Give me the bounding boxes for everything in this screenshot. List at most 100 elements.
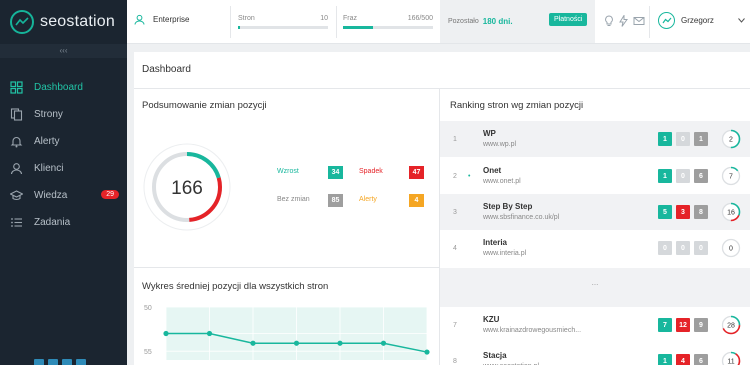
- site-name[interactable]: KZU: [483, 315, 499, 324]
- increase-badge: 1: [658, 169, 672, 183]
- sidebar-item-label: Wiedza: [34, 190, 68, 201]
- unchanged-badge: 6: [694, 354, 708, 365]
- total-ring: 0: [721, 238, 741, 258]
- rank-number: 7: [453, 321, 457, 329]
- user-icon: [10, 162, 23, 175]
- rank-number: 3: [453, 208, 457, 216]
- facebook-icon[interactable]: [34, 359, 44, 365]
- increase-badge: 5: [658, 205, 672, 219]
- lightning-icon[interactable]: [619, 15, 628, 27]
- total-ring: 16: [721, 202, 741, 222]
- increase-badge: 7: [658, 318, 672, 332]
- divider: [134, 88, 750, 89]
- sidebar-item-label: Strony: [34, 109, 63, 120]
- mail-icon[interactable]: [633, 15, 645, 27]
- chart-title: Wykres średniej pozycji dla wszystkich s…: [142, 281, 329, 292]
- lightbulb-icon[interactable]: [604, 15, 614, 27]
- divider: [230, 6, 231, 38]
- site-url[interactable]: www.krainazdrowegousmiech...: [483, 327, 581, 334]
- ranking-ellipsis: ...: [440, 268, 750, 307]
- meter-fill: [238, 26, 240, 29]
- rank-badges: 000: [658, 241, 708, 255]
- stat-label: Bez zmian: [277, 196, 310, 203]
- sidebar-item-zadania[interactable]: Zadania: [0, 209, 127, 236]
- data-point[interactable]: [424, 349, 430, 355]
- site-url[interactable]: www.onet.pl: [483, 178, 521, 185]
- payments-button[interactable]: Płatności: [549, 13, 588, 26]
- stat-value: 34: [328, 166, 343, 179]
- increase-badge: 1: [658, 132, 672, 146]
- ranking-row[interactable]: 4 Interia www.interia.pl 0 0 0 0: [440, 230, 750, 266]
- stat-increase: Wzrost: [277, 168, 299, 175]
- divider: [336, 6, 337, 38]
- site-name[interactable]: Stacja: [483, 351, 507, 360]
- sidebar-collapse-button[interactable]: ‹‹‹: [0, 44, 127, 58]
- data-point[interactable]: [250, 340, 256, 346]
- stat-value: 47: [409, 166, 424, 179]
- stat-unchanged: Bez zmian: [277, 196, 310, 203]
- meter-value: 166/500: [407, 15, 433, 22]
- ranking-row[interactable]: 3 Step By Step www.sbsfinance.co.uk/pl 5 3 8 1…: [440, 194, 750, 230]
- sidebar-item-klienci[interactable]: Klienci: [0, 155, 127, 182]
- list-icon: [10, 216, 23, 229]
- site-name[interactable]: Onet: [483, 166, 501, 175]
- sidebar-item-wiedza[interactable]: Wiedza 29: [0, 182, 127, 209]
- decrease-badge: 3: [676, 205, 690, 219]
- plan-info[interactable]: Enterprise: [134, 14, 189, 25]
- graduation-cap-icon: [10, 189, 23, 202]
- ranking-row[interactable]: 8Stacjawww.seostation.pl14611: [440, 343, 750, 365]
- site-url[interactable]: www.sbsfinance.co.uk/pl: [483, 214, 559, 221]
- total-changes: 0: [729, 246, 733, 253]
- ranking-row[interactable]: 2 • Onet www.onet.pl 1 0 6 7: [440, 158, 750, 194]
- data-point[interactable]: [380, 340, 387, 346]
- site-url[interactable]: www.wp.pl: [483, 141, 516, 148]
- data-point[interactable]: [206, 330, 213, 337]
- sidebar-item-alerty[interactable]: Alerty: [0, 128, 127, 155]
- decrease-badge: 0: [676, 169, 690, 183]
- data-point[interactable]: [337, 340, 343, 346]
- divider: [134, 267, 439, 268]
- stat-label: Wzrost: [277, 168, 299, 175]
- sidebar: seostation ‹‹‹ Dashboard Strony Alerty K…: [0, 0, 127, 365]
- ranking-row[interactable]: 1 WP www.wp.pl 1 0 1 2: [440, 121, 750, 157]
- site-name[interactable]: WP: [483, 129, 496, 138]
- notification-badge: 29: [101, 190, 119, 199]
- site-name[interactable]: Step By Step: [483, 202, 532, 211]
- rank-indicator: •: [468, 172, 471, 180]
- meter-value: 10: [320, 15, 328, 22]
- data-point[interactable]: [293, 340, 300, 346]
- user-icon: [134, 14, 145, 25]
- phrases-meter: Fraz 166/500: [343, 15, 433, 29]
- meter-label: Fraz: [343, 15, 357, 22]
- user-menu[interactable]: Grzegorz: [658, 12, 745, 29]
- sidebar-item-dashboard[interactable]: Dashboard: [0, 74, 127, 101]
- decrease-badge: 12: [676, 318, 690, 332]
- remaining-label: Pozostało: [448, 18, 479, 25]
- total-changes: 7: [729, 174, 733, 181]
- decrease-badge: 0: [676, 132, 690, 146]
- ranking-row[interactable]: 7 KZU www.krainazdrowegousmiech... 7 12 9 28: [440, 307, 750, 343]
- total-ring: 11: [721, 351, 741, 365]
- linkedin-icon[interactable]: [62, 359, 72, 365]
- pages-icon: [10, 108, 23, 121]
- ranking-title: Ranking stron wg zmian pozycji: [450, 100, 584, 111]
- total-changes: 28: [727, 323, 735, 330]
- increase-badge: 0: [658, 241, 672, 255]
- user-name: Grzegorz: [681, 16, 714, 25]
- twitter-icon[interactable]: [48, 359, 58, 365]
- average-position-chart: 50 55: [144, 305, 430, 360]
- site-url[interactable]: www.interia.pl: [483, 250, 526, 257]
- avatar: [658, 12, 675, 29]
- rank-number: 2: [453, 172, 457, 180]
- pages-meter: Stron 10: [238, 15, 328, 29]
- youtube-icon[interactable]: [76, 359, 86, 365]
- logo[interactable]: seostation: [0, 0, 127, 44]
- remaining-value: 180 dni.: [482, 17, 513, 26]
- total-ring: 28: [721, 315, 741, 335]
- unchanged-badge: 9: [694, 318, 708, 332]
- sidebar-item-strony[interactable]: Strony: [0, 101, 127, 128]
- data-point[interactable]: [163, 330, 169, 337]
- site-name[interactable]: Interia: [483, 238, 507, 247]
- total-ring: 7: [721, 166, 741, 186]
- logo-icon: [10, 10, 34, 34]
